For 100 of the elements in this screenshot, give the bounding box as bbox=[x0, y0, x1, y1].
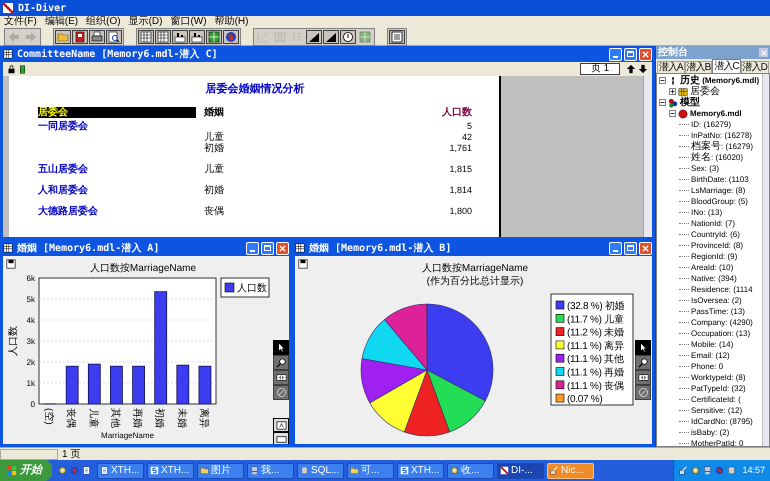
menu-item[interactable]: 窗口(W) bbox=[170, 16, 207, 28]
toolbar-button[interactable] bbox=[55, 30, 71, 44]
chart-tool-button[interactable] bbox=[273, 340, 289, 355]
taskbar-button[interactable]: 我... bbox=[247, 462, 294, 478]
tree-item[interactable]: LsMarriage: (8) bbox=[691, 185, 746, 196]
layout-tool-button[interactable] bbox=[273, 418, 289, 432]
toolbar-button[interactable] bbox=[106, 30, 122, 44]
console-tab[interactable]: 潜入C bbox=[712, 59, 741, 73]
toolbar-button[interactable] bbox=[72, 30, 88, 44]
tree-item[interactable]: 姓名: (16020) bbox=[691, 152, 744, 163]
bar bbox=[88, 364, 101, 404]
tree-item[interactable]: Memory6.mdl bbox=[690, 108, 742, 119]
taskbar-button[interactable]: XTH... bbox=[397, 462, 444, 478]
console-tab[interactable]: 潜入A bbox=[657, 61, 685, 73]
tree-item[interactable]: Residence: (1114 bbox=[691, 284, 753, 295]
layout-tool-button[interactable] bbox=[273, 432, 289, 444]
tree-item[interactable]: ProvinceId: (8) bbox=[691, 240, 744, 251]
chart-tool-button[interactable] bbox=[273, 385, 289, 400]
chart-tool-button[interactable] bbox=[273, 370, 289, 385]
tree-item[interactable]: Native: (394) bbox=[691, 273, 737, 284]
maximize-button[interactable] bbox=[624, 48, 637, 60]
tree-item[interactable]: 居委会 bbox=[690, 86, 720, 97]
arrow-down-icon[interactable] bbox=[638, 64, 648, 74]
network-icon[interactable] bbox=[679, 466, 688, 475]
chart-tool-button[interactable] bbox=[635, 385, 651, 400]
close-button[interactable] bbox=[639, 242, 652, 254]
toolbar-button[interactable] bbox=[89, 30, 105, 44]
gear-icon[interactable] bbox=[58, 466, 67, 475]
menu-item[interactable]: 显示(D) bbox=[128, 16, 162, 28]
tree-item[interactable]: PatTypeId: (32) bbox=[691, 383, 746, 394]
toolbar-button[interactable] bbox=[138, 30, 154, 44]
taskbar-button[interactable]: DI-... bbox=[497, 462, 544, 478]
maximize-button[interactable] bbox=[261, 242, 274, 254]
gear-icon[interactable] bbox=[691, 466, 700, 475]
database-icon[interactable] bbox=[727, 466, 736, 475]
computer-icon[interactable] bbox=[703, 466, 712, 475]
taskbar-button[interactable]: XTH... bbox=[147, 462, 194, 478]
tree-item[interactable]: BirthDate: (1103 bbox=[691, 174, 749, 185]
menu-item[interactable]: 编辑(E) bbox=[44, 16, 78, 28]
chart-tool-button[interactable] bbox=[273, 355, 289, 370]
taskbar-button[interactable]: XTH... bbox=[97, 462, 144, 478]
tree-item[interactable]: IdCardNo: (8795) bbox=[691, 416, 753, 427]
close-button[interactable] bbox=[639, 48, 652, 60]
tree-item[interactable]: AreaId: (10) bbox=[691, 262, 734, 273]
toolbar-button[interactable] bbox=[223, 30, 239, 44]
start-button[interactable]: 开始 bbox=[0, 460, 52, 481]
toolbar-button[interactable] bbox=[340, 30, 356, 44]
tree-item[interactable]: PassTime: (13) bbox=[691, 306, 745, 317]
tree-item[interactable]: 档案号: (16279) bbox=[691, 141, 754, 152]
toolbar-button[interactable] bbox=[206, 30, 222, 44]
tree-item[interactable]: MotherPatId: 0 bbox=[691, 438, 744, 446]
tree-item[interactable]: 历史 (Memory6.mdl) bbox=[680, 75, 760, 86]
toolbar-button[interactable] bbox=[323, 30, 339, 44]
minimize-button[interactable] bbox=[609, 242, 622, 254]
page-field[interactable]: 页 1 bbox=[580, 63, 620, 75]
taskbar-button[interactable]: 图片 bbox=[197, 462, 244, 478]
maximize-button[interactable] bbox=[624, 242, 637, 254]
chart-tool-button[interactable] bbox=[635, 340, 651, 355]
console-tab[interactable]: 潜入D bbox=[740, 61, 769, 73]
toolbar-button[interactable] bbox=[189, 30, 205, 44]
tree-item[interactable]: IsOversea: (2) bbox=[691, 295, 742, 306]
menu-item[interactable]: 组织(O) bbox=[86, 16, 121, 28]
tree-item[interactable]: NationId: (7) bbox=[691, 218, 736, 229]
tree-item[interactable]: isBaby: (2) bbox=[691, 427, 730, 438]
close-button[interactable] bbox=[276, 242, 289, 254]
document-icon[interactable] bbox=[82, 466, 91, 475]
toolbar-button[interactable] bbox=[155, 30, 171, 44]
minimize-button[interactable] bbox=[246, 242, 259, 254]
toolbar-button[interactable] bbox=[306, 30, 322, 44]
toolbar-button[interactable] bbox=[172, 30, 188, 44]
taskbar-button[interactable]: SQL... bbox=[297, 462, 344, 478]
tree-item[interactable]: Mobile: (14) bbox=[691, 339, 734, 350]
taskbar-button[interactable]: 收... bbox=[447, 462, 494, 478]
collapse-toggle[interactable] bbox=[659, 77, 666, 84]
console-tab[interactable]: 潜入B bbox=[684, 61, 712, 73]
tree-item[interactable]: RegionId: (9) bbox=[691, 251, 738, 262]
tree-item[interactable]: 模型 bbox=[680, 97, 700, 108]
collapse-toggle[interactable] bbox=[659, 99, 666, 106]
arrow-up-icon[interactable] bbox=[626, 64, 636, 74]
chart-tool-button[interactable] bbox=[635, 370, 651, 385]
taskbar-button[interactable]: 可... bbox=[347, 462, 394, 478]
tree-item[interactable]: WorktypeId: (8) bbox=[691, 372, 746, 383]
tree-item[interactable]: Email: (12) bbox=[691, 350, 730, 361]
collapse-toggle[interactable] bbox=[669, 110, 676, 117]
tree-item[interactable]: BloodGroup: (5) bbox=[691, 196, 748, 207]
tree-item[interactable]: Occupation: (13) bbox=[691, 328, 750, 339]
tree-item[interactable]: ID: (16279) bbox=[691, 119, 732, 130]
tree-item[interactable]: CertificateId: ( bbox=[691, 394, 741, 405]
minimize-button[interactable] bbox=[609, 48, 622, 60]
tree-item[interactable]: CountryId: (6) bbox=[691, 229, 740, 240]
chart-tool-button[interactable] bbox=[635, 355, 651, 370]
menu-item[interactable]: 文件(F) bbox=[4, 16, 37, 28]
menu-item[interactable]: 帮助(H) bbox=[214, 16, 248, 28]
tree-item[interactable]: Company: (4290) bbox=[691, 317, 753, 328]
expand-toggle[interactable] bbox=[669, 88, 676, 95]
tree-item[interactable]: InPatNo: (16278) bbox=[691, 130, 752, 141]
tree-item[interactable]: INo: (13) bbox=[691, 207, 722, 218]
tree-item[interactable]: Phone: 0 bbox=[691, 361, 724, 372]
tree-item[interactable]: Sex: (3) bbox=[691, 163, 720, 174]
tree-item[interactable]: Sensitive: (12) bbox=[691, 405, 742, 416]
